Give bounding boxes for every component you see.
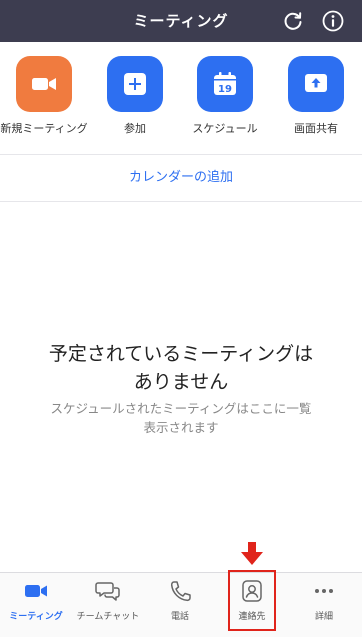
empty-state-title-line: ありません	[133, 371, 229, 393]
empty-state-subtitle: スケジュールされたミーティングはここに一覧 表示されます	[20, 399, 342, 437]
down-arrow-icon	[241, 542, 263, 570]
tab-phone[interactable]: 電話	[144, 579, 216, 634]
chat-bubbles-icon	[95, 582, 120, 601]
tab-meetings[interactable]: ミーティング	[0, 579, 72, 634]
tab-label: チームチャット	[76, 612, 140, 622]
more-dots-icon	[315, 589, 333, 593]
new-meeting-label: 新規ミーティング	[0, 122, 88, 135]
share-screen-icon	[305, 74, 327, 92]
page-title: ミーティング	[133, 12, 229, 30]
add-calendar-link[interactable]: カレンダーの追加	[0, 155, 362, 201]
tab-label: ミーティング	[9, 612, 63, 622]
divider	[0, 201, 362, 202]
calendar-icon: 19	[214, 72, 236, 95]
join-tile[interactable]	[107, 56, 163, 112]
schedule-tile[interactable]: 19	[197, 56, 253, 112]
tab-team-chat[interactable]: チームチャット	[72, 579, 144, 634]
new-meeting-button[interactable]: 新規ミーティング	[0, 56, 89, 136]
schedule-button[interactable]: 19 スケジュール	[180, 56, 270, 136]
calendar-date: 19	[218, 84, 232, 95]
empty-state-title-line: 予定されているミーティングは	[48, 343, 314, 365]
tab-more[interactable]: 詳細	[288, 579, 360, 634]
share-screen-tile[interactable]	[288, 56, 344, 112]
video-camera-icon	[32, 78, 56, 90]
refresh-icon[interactable]	[280, 8, 306, 34]
empty-state-subtitle-line: 表示されます	[143, 420, 219, 435]
new-meeting-tile[interactable]	[16, 56, 72, 112]
plus-icon	[124, 73, 146, 95]
join-label: 参加	[124, 122, 146, 135]
video-camera-icon	[25, 585, 47, 597]
highlight-box	[228, 570, 276, 631]
tab-label: 詳細	[314, 612, 333, 622]
empty-state-subtitle-line: スケジュールされたミーティングはここに一覧	[50, 401, 312, 416]
share-screen-button[interactable]: 画面共有	[271, 56, 361, 136]
tab-label: 電話	[170, 612, 189, 622]
top-bar: ミーティング	[0, 0, 362, 42]
share-screen-label: 画面共有	[294, 122, 338, 135]
schedule-label: スケジュール	[192, 122, 258, 135]
empty-state-title: 予定されているミーティングは ありません	[20, 340, 342, 396]
bottom-tab-bar: ミーティング チームチャット 電話 連絡先 詳細	[0, 572, 362, 637]
join-button[interactable]: 参加	[90, 56, 180, 136]
info-icon[interactable]	[320, 8, 346, 34]
phone-icon	[170, 581, 191, 602]
action-row: 新規ミーティング 参加 19 スケジュール 画面共有	[0, 42, 362, 154]
